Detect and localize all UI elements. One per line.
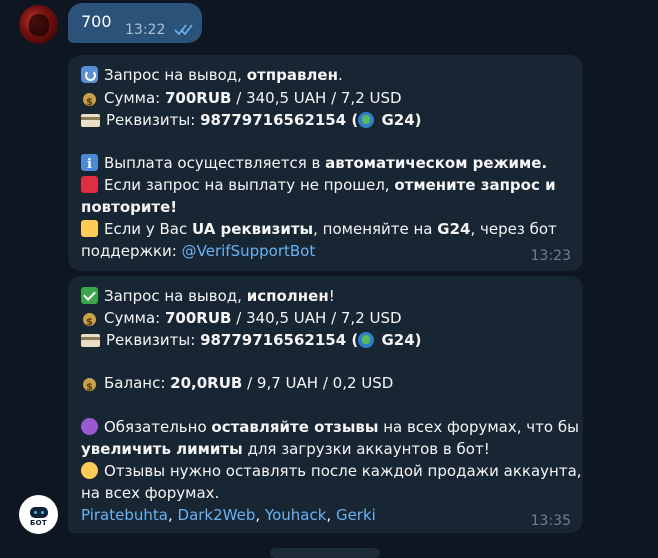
message-line: на всех форумах. bbox=[81, 484, 220, 502]
robot-icon bbox=[29, 506, 48, 518]
message-line: Если у Вас UA реквизиты, поменяйте на G2… bbox=[81, 218, 557, 240]
refresh-icon bbox=[81, 66, 98, 83]
check-mark-icon bbox=[81, 287, 98, 304]
yellow-square-icon bbox=[81, 220, 98, 237]
outgoing-text: 700 bbox=[81, 12, 112, 31]
message-line: Сумма: 700RUB / 340,5 UAH / 7,2 USD bbox=[81, 87, 402, 114]
incoming-message[interactable]: Запрос на вывод, исполнен! Сумма: 700RUB… bbox=[68, 276, 583, 533]
avatar-face bbox=[29, 14, 49, 36]
message-line: повторите! bbox=[81, 198, 178, 216]
double-check-icon bbox=[174, 24, 193, 36]
message-time: 13:35 bbox=[530, 513, 571, 529]
bot-avatar[interactable]: БОТ bbox=[19, 495, 58, 534]
message-line: Выплата осуществляется в автоматическом … bbox=[81, 152, 547, 176]
message-time: 13:23 bbox=[530, 248, 571, 264]
message-line: Запрос на вывод, исполнен! bbox=[81, 285, 335, 307]
link-piratebuhta[interactable]: Piratebuhta bbox=[81, 506, 168, 524]
message-line: Реквизиты: 98779716562154 ( G24) bbox=[81, 329, 422, 351]
money-bag-icon bbox=[81, 309, 98, 334]
red-square-icon bbox=[81, 176, 98, 193]
message-line: Реквизиты: 98779716562154 ( G24) bbox=[81, 109, 422, 131]
outgoing-message[interactable]: 700 13:22 bbox=[68, 3, 202, 43]
credit-card-icon bbox=[81, 334, 100, 347]
message-line: поддержки: @VerifSupportBot bbox=[81, 242, 316, 260]
incoming-message[interactable]: Запрос на вывод, отправлен. Сумма: 700RU… bbox=[68, 55, 583, 271]
support-bot-link[interactable]: @VerifSupportBot bbox=[182, 242, 316, 260]
scroll-to-bottom-pill[interactable] bbox=[270, 548, 380, 558]
money-bag-icon bbox=[81, 374, 98, 399]
credit-card-icon bbox=[81, 114, 100, 127]
message-line: Обязательно оставляйте отзывы на всех фо… bbox=[81, 416, 579, 438]
globe-icon bbox=[358, 112, 375, 128]
message-line: увеличить лимиты для загрузки аккаунтов … bbox=[81, 440, 490, 458]
message-line: Баланс: 20,0RUB / 9,7 UAH / 0,2 USD bbox=[81, 372, 393, 399]
message-line: Если запрос на выплату не прошел, отмени… bbox=[81, 174, 556, 196]
link-youhack[interactable]: Youhack bbox=[265, 506, 327, 524]
outgoing-time: 13:22 bbox=[125, 22, 166, 38]
money-bag-icon bbox=[81, 89, 98, 114]
purple-circle-icon bbox=[81, 418, 98, 435]
message-line: Отзывы нужно оставлять после каждой прод… bbox=[81, 460, 582, 482]
user-avatar[interactable] bbox=[19, 5, 58, 44]
message-line: Сумма: 700RUB / 340,5 UAH / 7,2 USD bbox=[81, 307, 402, 334]
info-icon bbox=[81, 154, 98, 176]
link-dark2web[interactable]: Dark2Web bbox=[178, 506, 256, 524]
yellow-circle-icon bbox=[81, 462, 98, 479]
message-line: Запрос на вывод, отправлен. bbox=[81, 64, 343, 86]
forum-links: Piratebuhta, Dark2Web, Youhack, Gerki bbox=[81, 506, 376, 524]
globe-icon bbox=[358, 332, 375, 348]
bot-avatar-label: БОТ bbox=[30, 518, 47, 527]
link-gerki[interactable]: Gerki bbox=[336, 506, 376, 524]
